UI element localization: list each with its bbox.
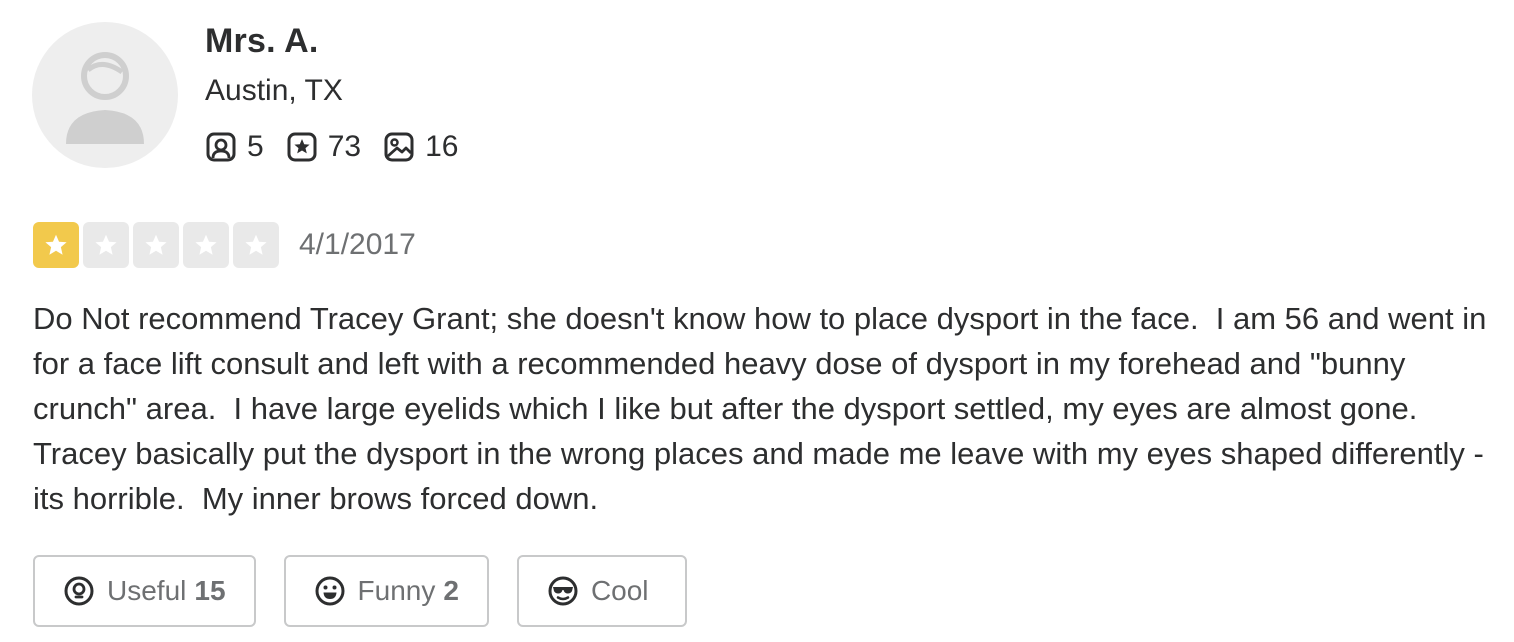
cool-button[interactable]: Cool xyxy=(516,555,687,627)
star-5 xyxy=(233,222,279,268)
cool-label: Cool xyxy=(590,575,649,606)
photos-count: 16 xyxy=(425,130,459,163)
friends-stat: 5 xyxy=(205,130,264,164)
star-3 xyxy=(133,222,179,268)
star-icon xyxy=(145,234,167,255)
review-date: 4/1/2017 xyxy=(299,228,416,261)
rating-row: 4/1/2017 xyxy=(33,222,416,268)
photo-icon xyxy=(384,132,414,162)
useful-label: Useful xyxy=(107,575,187,606)
useful-count: 15 xyxy=(194,575,226,606)
funny-button[interactable]: Funny 2 xyxy=(283,555,489,627)
star-2 xyxy=(83,222,129,268)
user-name[interactable]: Mrs. A. xyxy=(205,22,319,61)
star-icon xyxy=(195,234,217,255)
useful-button[interactable]: Useful 15 xyxy=(33,555,256,627)
reviews-stat: 73 xyxy=(286,130,361,164)
star-1 xyxy=(33,222,79,268)
user-avatar[interactable] xyxy=(32,22,178,168)
star-4 xyxy=(183,222,229,268)
friends-icon xyxy=(206,132,236,162)
review-actions: Useful 15 Funny 2 Cool xyxy=(33,555,715,627)
star-icon xyxy=(245,234,267,255)
star-icon xyxy=(45,234,67,255)
star-rating xyxy=(33,222,283,268)
star-icon xyxy=(95,234,117,255)
lightbulb-icon xyxy=(64,576,94,606)
funny-label: Funny xyxy=(357,575,436,606)
default-avatar-icon xyxy=(66,52,144,144)
review-star-icon xyxy=(287,132,317,162)
user-stats: 5 73 16 xyxy=(205,128,480,166)
review-text: Do Not recommend Tracey Grant; she doesn… xyxy=(33,301,1495,516)
smiley-icon xyxy=(315,576,345,606)
photos-stat: 16 xyxy=(383,130,458,164)
funny-count: 2 xyxy=(443,575,459,606)
sunglasses-icon xyxy=(548,576,578,606)
friends-count: 5 xyxy=(247,130,264,163)
user-location: Austin, TX xyxy=(205,74,343,107)
reviews-count: 73 xyxy=(327,130,362,163)
review-card: Mrs. A. Austin, TX 5 73 16 4/1/2017 Do N… xyxy=(0,0,1514,642)
